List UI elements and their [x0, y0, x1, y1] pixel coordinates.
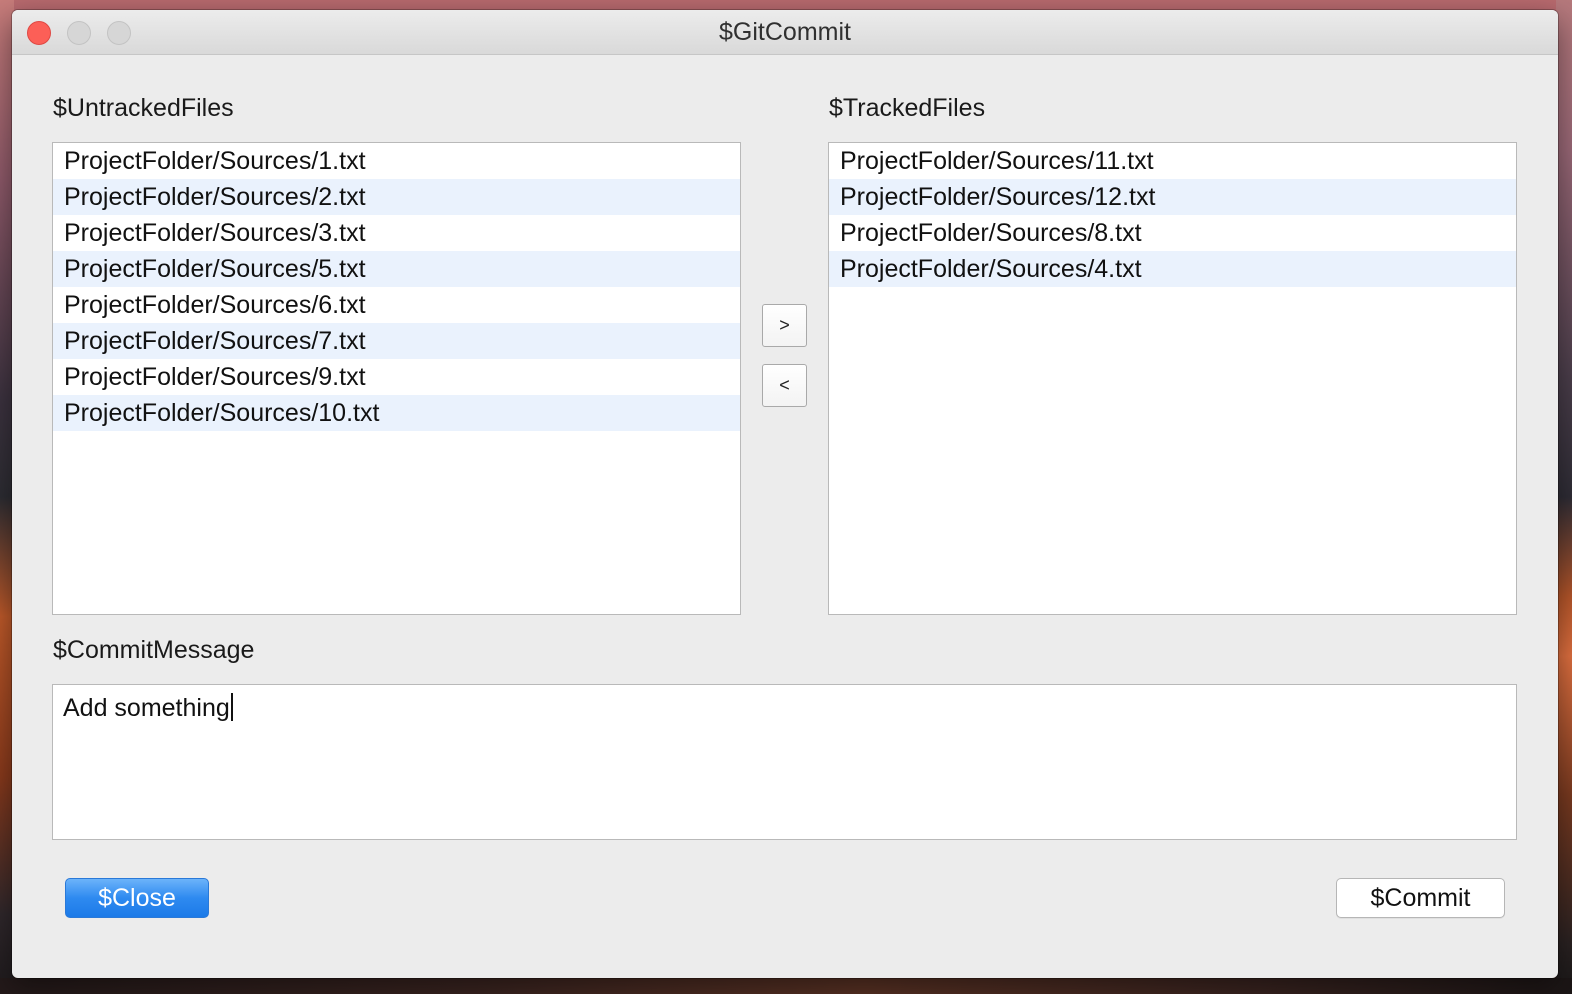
list-item[interactable]: ProjectFolder/Sources/2.txt	[53, 179, 740, 215]
list-item[interactable]: ProjectFolder/Sources/12.txt	[829, 179, 1516, 215]
tracked-files-list[interactable]: ProjectFolder/Sources/11.txt ProjectFold…	[828, 142, 1517, 615]
list-item[interactable]: ProjectFolder/Sources/5.txt	[53, 251, 740, 287]
desktop-wallpaper-bottom	[0, 978, 1572, 994]
git-commit-window: $GitCommit $UntrackedFiles ProjectFolder…	[12, 10, 1558, 978]
list-item[interactable]: ProjectFolder/Sources/9.txt	[53, 359, 740, 395]
untracked-files-label: $UntrackedFiles	[53, 94, 234, 122]
commit-button[interactable]: $Commit	[1336, 878, 1505, 918]
list-item[interactable]: ProjectFolder/Sources/8.txt	[829, 215, 1516, 251]
commit-message-input[interactable]: Add something	[52, 684, 1517, 840]
list-item[interactable]: ProjectFolder/Sources/7.txt	[53, 323, 740, 359]
tracked-files-label: $TrackedFiles	[829, 94, 986, 122]
list-item[interactable]: ProjectFolder/Sources/3.txt	[53, 215, 740, 251]
move-to-tracked-button[interactable]: >	[762, 304, 807, 347]
commit-message-value: Add something	[63, 694, 230, 722]
desktop-wallpaper-right	[1556, 0, 1572, 994]
list-item[interactable]: ProjectFolder/Sources/1.txt	[53, 143, 740, 179]
close-button[interactable]: $Close	[65, 878, 209, 918]
text-caret	[230, 693, 233, 721]
titlebar: $GitCommit	[12, 10, 1558, 55]
window-title: $GitCommit	[719, 18, 851, 46]
commit-message-label: $CommitMessage	[53, 636, 255, 664]
list-item[interactable]: ProjectFolder/Sources/10.txt	[53, 395, 740, 431]
list-item[interactable]: ProjectFolder/Sources/4.txt	[829, 251, 1516, 287]
untracked-files-list[interactable]: ProjectFolder/Sources/1.txt ProjectFolde…	[52, 142, 741, 615]
list-item[interactable]: ProjectFolder/Sources/6.txt	[53, 287, 740, 323]
list-item[interactable]: ProjectFolder/Sources/11.txt	[829, 143, 1516, 179]
move-to-untracked-button[interactable]: <	[762, 364, 807, 407]
commit-message-text: Add something	[63, 693, 233, 723]
